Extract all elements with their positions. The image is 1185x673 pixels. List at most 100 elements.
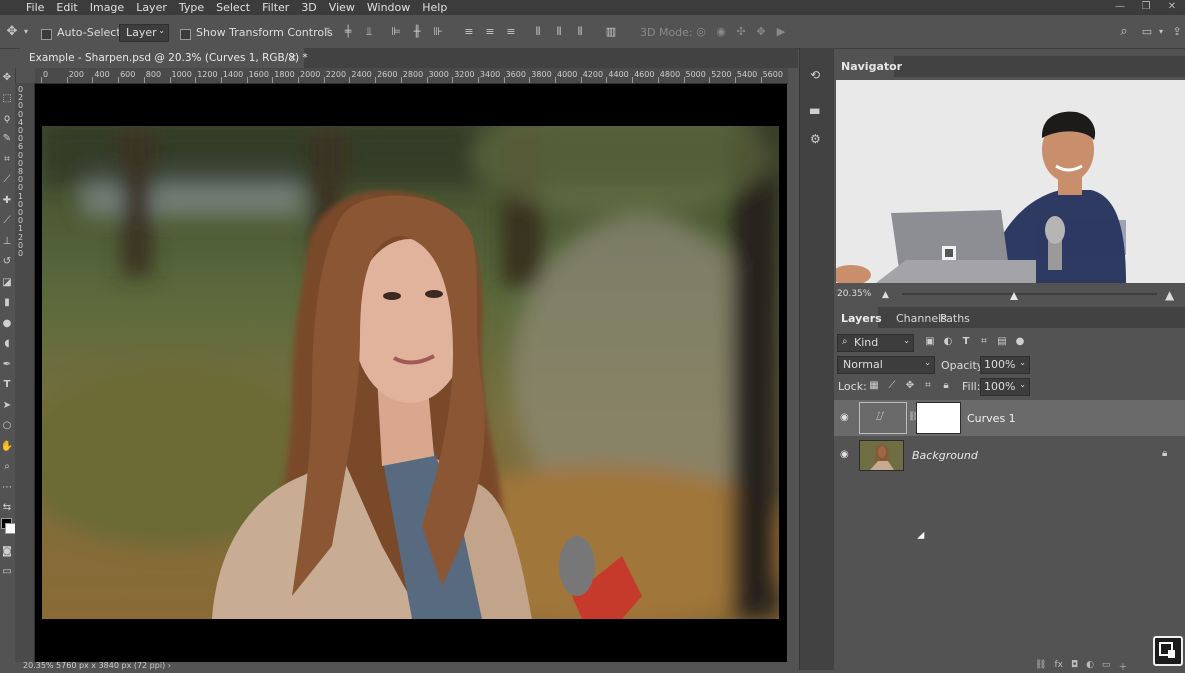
- align-left-icon[interactable]: ⊫: [389, 25, 403, 41]
- blend-mode-dropdown[interactable]: Normal ⌄: [837, 356, 935, 374]
- layer-mask-thumbnail[interactable]: [916, 402, 961, 434]
- tab-paths[interactable]: Paths: [940, 312, 970, 325]
- quick-mask-icon[interactable]: ◙: [0, 546, 14, 557]
- layer-name[interactable]: Background: [912, 449, 978, 462]
- chevron-down-icon[interactable]: ▾: [22, 25, 30, 39]
- add-mask-icon[interactable]: ◘: [1071, 660, 1078, 673]
- document-canvas[interactable]: [35, 84, 787, 662]
- tab-layers[interactable]: Layers: [834, 307, 882, 328]
- shape-tool-icon[interactable]: ○: [0, 420, 14, 431]
- new-adjustment-icon[interactable]: ◐: [1086, 660, 1094, 673]
- share-icon[interactable]: ⇪: [1170, 25, 1184, 39]
- lock-all-icon[interactable]: 🔒︎: [940, 380, 952, 391]
- clone-stamp-tool-icon[interactable]: ⊥: [0, 236, 14, 247]
- app-logo-icon[interactable]: [0, 0, 20, 15]
- new-group-icon[interactable]: ▭: [1102, 660, 1111, 673]
- swap-colors-icon[interactable]: ⇆: [0, 502, 14, 513]
- align-right-icon[interactable]: ⊪: [431, 25, 445, 41]
- 3d-slide-icon[interactable]: ✥: [754, 25, 768, 39]
- align-vcenter-icon[interactable]: ╪: [341, 25, 355, 41]
- align-top-icon[interactable]: ⫪: [320, 25, 334, 41]
- fx-icon[interactable]: fx: [1054, 660, 1063, 673]
- close-tab-icon[interactable]: ×: [288, 51, 297, 64]
- more-tools-icon[interactable]: ⋯: [0, 482, 14, 493]
- filter-kind-dropdown[interactable]: ⌕ Kind ⌄: [837, 334, 914, 352]
- quick-select-tool-icon[interactable]: ✎: [0, 133, 14, 144]
- curves-adjustment-thumbnail[interactable]: ⌰: [859, 402, 907, 434]
- menu-edit[interactable]: Edit: [50, 0, 83, 15]
- properties-panel-icon[interactable]: ⚙: [810, 132, 821, 146]
- visibility-eye-icon[interactable]: ◉: [840, 412, 849, 423]
- layer-name[interactable]: Curves 1: [967, 412, 1016, 425]
- link-layers-icon[interactable]: ⛓: [1035, 660, 1046, 673]
- lasso-tool-icon[interactable]: ϙ: [0, 113, 14, 124]
- menu-3d[interactable]: 3D: [295, 0, 322, 15]
- filter-shape-icon[interactable]: ⌗: [978, 336, 990, 347]
- minimize-icon[interactable]: —: [1107, 0, 1133, 15]
- move-tool-icon[interactable]: ✥: [4, 25, 20, 39]
- align-hcenter-icon[interactable]: ╫: [410, 25, 424, 41]
- distribute-left-icon[interactable]: ⦀: [531, 25, 545, 41]
- lock-artboard-icon[interactable]: ⌗: [922, 380, 934, 391]
- close-window-icon[interactable]: ✕: [1159, 0, 1185, 15]
- opacity-field[interactable]: 100% ⌄: [980, 356, 1030, 374]
- crop-tool-icon[interactable]: ⌗: [0, 154, 14, 165]
- zoom-in-icon[interactable]: ▲: [1165, 288, 1174, 302]
- filter-pixel-icon[interactable]: ▣: [924, 336, 936, 347]
- 3d-roll-icon[interactable]: ◉: [714, 25, 728, 39]
- distribute-bottom-icon[interactable]: ≡: [504, 25, 518, 41]
- zoom-tool-icon[interactable]: ⌕: [0, 461, 14, 472]
- filter-adjustment-icon[interactable]: ◐: [942, 336, 954, 347]
- filter-smart-object-icon[interactable]: ▤: [996, 336, 1008, 347]
- new-layer-icon[interactable]: ＋: [1118, 660, 1127, 673]
- distribute-vcenter-icon[interactable]: ≡: [483, 25, 497, 41]
- menu-image[interactable]: Image: [84, 0, 130, 15]
- document-tab[interactable]: Example - Sharpen.psd @ 20.3% (Curves 1,…: [20, 48, 308, 68]
- distribute-right-icon[interactable]: ⦀: [573, 25, 587, 41]
- screen-mode-icon[interactable]: ▭: [0, 566, 14, 577]
- align-bottom-icon[interactable]: ⫫: [362, 25, 376, 41]
- 3d-orbit-icon[interactable]: ◎: [694, 25, 708, 39]
- healing-brush-tool-icon[interactable]: ✚: [0, 195, 14, 206]
- move-tool-icon[interactable]: ✥: [0, 72, 14, 83]
- menu-window[interactable]: Window: [361, 0, 416, 15]
- navigator-zoom-value[interactable]: 20.35%: [837, 289, 871, 299]
- search-icon[interactable]: ⌕: [1116, 25, 1132, 39]
- lock-position-icon[interactable]: ✥: [904, 380, 916, 391]
- eraser-tool-icon[interactable]: ◪: [0, 277, 14, 288]
- fill-field[interactable]: 100% ⌄: [980, 378, 1030, 396]
- history-panel-icon[interactable]: ⟲: [810, 68, 820, 82]
- type-tool-icon[interactable]: T: [0, 379, 14, 390]
- menu-file[interactable]: File: [20, 0, 50, 15]
- navigator-tab[interactable]: Navigator: [834, 56, 902, 77]
- lock-transparent-icon[interactable]: ▦: [868, 380, 880, 391]
- workspace-chevron-icon[interactable]: ▾: [1157, 25, 1165, 39]
- menu-select[interactable]: Select: [210, 0, 256, 15]
- 3d-pan-icon[interactable]: ✣: [734, 25, 748, 39]
- lock-image-icon[interactable]: ⟋: [886, 380, 898, 391]
- auto-select-dropdown[interactable]: Layer ⌄: [119, 24, 169, 42]
- layer-row-curves[interactable]: ◉ ⌰ ⛓ Curves 1: [834, 400, 1185, 436]
- menu-layer[interactable]: Layer: [130, 0, 173, 15]
- history-brush-tool-icon[interactable]: ↺: [0, 256, 14, 267]
- workspace-icon[interactable]: ▭: [1139, 25, 1155, 39]
- navigator-preview[interactable]: [836, 80, 1185, 283]
- histogram-panel-icon[interactable]: ▃: [810, 100, 819, 114]
- path-select-tool-icon[interactable]: ➤: [0, 400, 14, 411]
- horizontal-ruler[interactable]: 0 200 400 600 800 1000 1200 1400 1600 1800 2000 220…: [35, 68, 788, 84]
- layer-row-background[interactable]: ◉ Background 🔒︎: [834, 437, 1185, 473]
- menu-view[interactable]: View: [323, 0, 361, 15]
- visibility-eye-icon[interactable]: ◉: [840, 449, 849, 460]
- auto-align-icon[interactable]: ▥: [604, 25, 618, 41]
- dodge-tool-icon[interactable]: ◖: [0, 338, 14, 349]
- filter-toggle-icon[interactable]: ●: [1014, 336, 1026, 347]
- eyedropper-tool-icon[interactable]: ⟋: [0, 174, 14, 185]
- 3d-camera-icon[interactable]: ▶: [774, 25, 788, 39]
- zoom-out-icon[interactable]: ▲: [882, 290, 889, 300]
- navigator-zoom-handle[interactable]: [1010, 292, 1019, 300]
- brush-tool-icon[interactable]: ⟋: [0, 215, 14, 226]
- hand-tool-icon[interactable]: ✋: [0, 441, 14, 452]
- blur-tool-icon[interactable]: ●: [0, 318, 14, 329]
- marquee-tool-icon[interactable]: ⬚: [0, 93, 14, 104]
- menu-help[interactable]: Help: [416, 0, 453, 15]
